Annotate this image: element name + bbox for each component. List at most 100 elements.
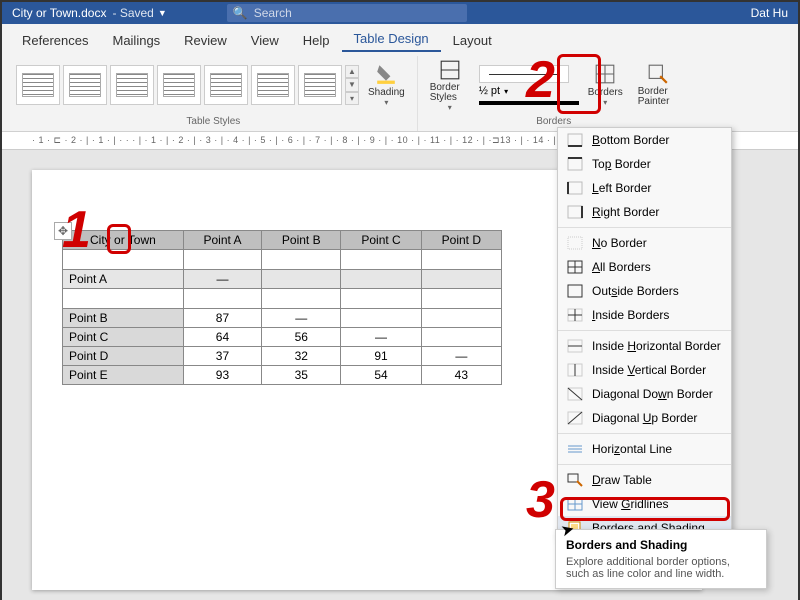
tab-help[interactable]: Help	[291, 29, 342, 52]
user-name: Dat Hu	[751, 6, 788, 20]
table-header-cell[interactable]: City or Town	[63, 231, 184, 250]
table-header-cell[interactable]: Point B	[262, 231, 341, 250]
tooltip: Borders and Shading Explore additional b…	[555, 529, 767, 589]
table-row: Point B 87 —	[63, 309, 502, 328]
data-table[interactable]: City or Town Point A Point B Point C Poi…	[62, 230, 502, 385]
table-style-thumb[interactable]	[157, 65, 201, 105]
table-style-thumb[interactable]	[204, 65, 248, 105]
shading-icon	[375, 63, 397, 85]
table-row	[63, 289, 502, 309]
gallery-more-icon[interactable]: ▾	[345, 92, 359, 105]
menu-item-label: Inside Borders	[592, 308, 669, 322]
menu-item-draw[interactable]: Draw Table	[558, 468, 731, 492]
search-input[interactable]: 🔍 Search	[227, 4, 467, 22]
menu-item-dup[interactable]: Diagonal Up Border	[558, 406, 731, 430]
table-header-cell[interactable]: Point D	[421, 231, 501, 250]
menu-item-label: No Border	[592, 236, 647, 250]
tab-review[interactable]: Review	[172, 29, 239, 52]
tab-references[interactable]: References	[10, 29, 100, 52]
menu-item-label: Bottom Border	[592, 133, 669, 147]
menu-separator	[558, 330, 731, 331]
menu-item-bottom[interactable]: Bottom Border	[558, 128, 731, 152]
right-border-icon	[566, 204, 584, 220]
menu-item-inv[interactable]: Inside Vertical Border	[558, 358, 731, 382]
menu-item-label: Diagonal Up Border	[592, 411, 697, 425]
chevron-down-icon: ▾	[504, 87, 508, 96]
bottom-border-icon	[566, 132, 584, 148]
chevron-down-icon: ▾	[384, 98, 388, 107]
menu-separator	[558, 464, 731, 465]
table-style-thumb[interactable]	[16, 65, 60, 105]
tab-mailings[interactable]: Mailings	[100, 29, 172, 52]
document-title: City or Town.docx	[12, 6, 106, 20]
border-painter-button[interactable]: Border Painter	[632, 61, 684, 109]
table-style-thumb[interactable]	[63, 65, 107, 105]
pen-color-selector[interactable]	[479, 101, 579, 105]
menu-item-label: Right Border	[592, 205, 659, 219]
menu-item-none[interactable]: No Border	[558, 231, 731, 255]
borders-button[interactable]: Borders ▾	[582, 61, 629, 109]
menu-item-grid[interactable]: View Gridlines	[558, 492, 731, 516]
table-row: Point E 93 35 54 43	[63, 366, 502, 385]
menu-item-right[interactable]: Right Border	[558, 200, 731, 224]
menu-item-inside[interactable]: Inside Borders	[558, 303, 731, 327]
saved-indicator: - Saved	[112, 6, 153, 20]
tab-table-design[interactable]: Table Design	[342, 27, 441, 52]
border-styles-button[interactable]: Border Styles ▾	[424, 57, 476, 114]
menu-item-inh[interactable]: Inside Horizontal Border	[558, 334, 731, 358]
table-header-cell[interactable]: Point C	[341, 231, 421, 250]
menu-item-label: View Gridlines	[592, 497, 669, 511]
table-move-handle[interactable]: ✥	[54, 222, 72, 240]
table-style-thumb[interactable]	[110, 65, 154, 105]
menu-item-ddown[interactable]: Diagonal Down Border	[558, 382, 731, 406]
dup-border-icon	[566, 410, 584, 426]
table-header-cell[interactable]: Point A	[183, 231, 261, 250]
tab-view[interactable]: View	[239, 29, 291, 52]
scroll-up-icon[interactable]: ▲	[345, 65, 359, 78]
inv-border-icon	[566, 362, 584, 378]
menu-item-label: Inside Vertical Border	[592, 363, 706, 377]
menu-item-label: Top Border	[592, 157, 651, 171]
group-table-styles: ▲ ▼ ▾ Shading ▾ Table Styles	[10, 56, 418, 131]
titlebar: City or Town.docx - Saved ▼ 🔍 Search Dat…	[2, 2, 798, 24]
borders-dropdown-menu: Bottom Border Top Border Left Border Right …	[557, 127, 732, 541]
menu-separator	[558, 227, 731, 228]
top-border-icon	[566, 156, 584, 172]
ddown-border-icon	[566, 386, 584, 402]
menu-item-label: Outside Borders	[592, 284, 679, 298]
menu-item-label: All Borders	[592, 260, 651, 274]
ribbon-tabs: References Mailings Review View Help Tab…	[2, 24, 798, 52]
menu-item-all[interactable]: All Borders	[558, 255, 731, 279]
table-style-thumb[interactable]	[298, 65, 342, 105]
tooltip-title: Borders and Shading	[566, 538, 756, 552]
menu-item-label: Left Border	[592, 181, 651, 195]
borders-icon	[594, 63, 616, 85]
menu-item-top[interactable]: Top Border	[558, 152, 731, 176]
search-placeholder: Search	[254, 6, 292, 20]
none-border-icon	[566, 235, 584, 251]
table-row: Point D 37 32 91 —	[63, 347, 502, 366]
border-styles-icon	[439, 59, 461, 81]
menu-item-label: Inside Horizontal Border	[592, 339, 721, 353]
border-width-selector[interactable]: ½ pt ▾	[479, 85, 579, 97]
line-style-selector[interactable]	[479, 65, 569, 83]
table-row: Point C 64 56 —	[63, 328, 502, 347]
table-header-row: City or Town Point A Point B Point C Poi…	[63, 231, 502, 250]
tab-layout[interactable]: Layout	[441, 29, 504, 52]
table-row	[63, 250, 502, 270]
search-icon: 🔍	[233, 6, 248, 20]
outside-border-icon	[566, 283, 584, 299]
border-painter-icon	[647, 63, 669, 85]
scroll-down-icon[interactable]: ▼	[345, 78, 359, 91]
tooltip-body: Explore additional border options, such …	[566, 556, 756, 580]
style-gallery-scroll[interactable]: ▲ ▼ ▾	[345, 65, 359, 105]
shading-button[interactable]: Shading ▾	[362, 61, 411, 109]
title-dropdown-icon[interactable]: ▼	[158, 8, 167, 18]
menu-item-hline[interactable]: Horizontal Line	[558, 437, 731, 461]
left-border-icon	[566, 180, 584, 196]
menu-item-label: Draw Table	[592, 473, 652, 487]
menu-item-outside[interactable]: Outside Borders	[558, 279, 731, 303]
menu-item-left[interactable]: Left Border	[558, 176, 731, 200]
group-borders: Border Styles ▾ ½ pt ▾ Borders ▾	[418, 56, 690, 131]
table-style-thumb[interactable]	[251, 65, 295, 105]
